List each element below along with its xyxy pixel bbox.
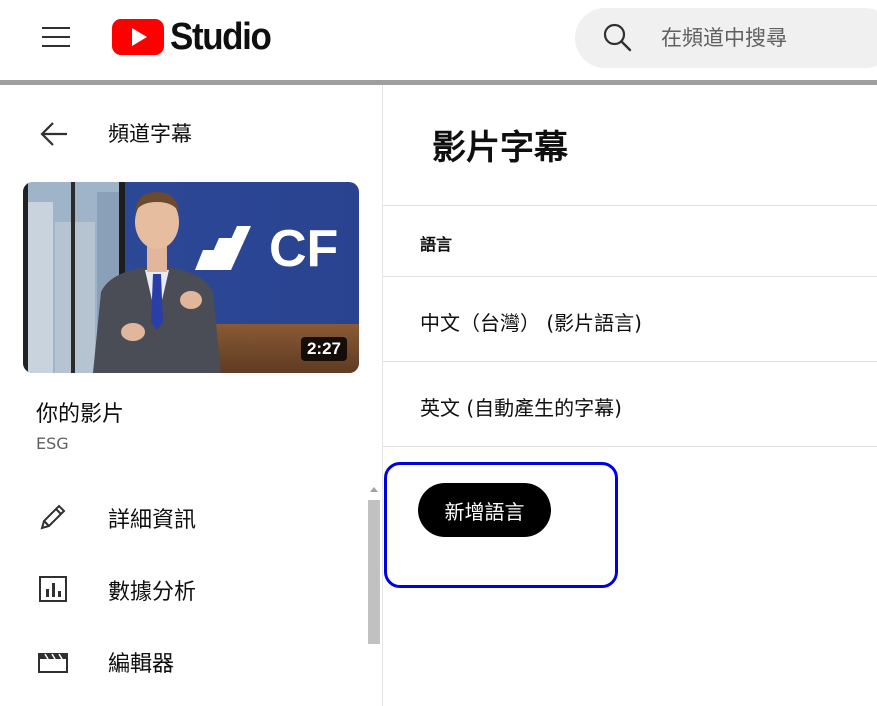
column-header-language: 語言	[420, 235, 453, 254]
language-row[interactable]: 英文 (自動產生的字幕)	[420, 392, 622, 421]
divider	[383, 205, 877, 206]
divider	[383, 361, 877, 362]
add-language-button[interactable]: 新增語言	[418, 483, 551, 537]
search-input[interactable]: 在頻道中搜尋	[661, 22, 787, 52]
thumbnail-brand-text: CF	[269, 220, 338, 278]
video-subtitle: ESG	[36, 434, 69, 453]
page-title: 影片字幕	[432, 128, 568, 168]
youtube-play-icon	[112, 19, 164, 55]
language-row[interactable]: 中文（台灣） (影片語言)	[420, 307, 642, 336]
search-icon[interactable]	[602, 22, 632, 52]
divider	[383, 446, 877, 447]
sidebar-item-details[interactable]: 詳細資訊	[0, 486, 360, 546]
analytics-icon	[39, 576, 67, 602]
clapperboard-icon	[38, 653, 68, 673]
top-bar: Studio 在頻道中搜尋	[0, 0, 877, 80]
back-label[interactable]: 頻道字幕	[108, 118, 192, 148]
sidebar-item-analytics[interactable]: 數據分析	[0, 558, 360, 618]
pencil-icon	[40, 504, 66, 530]
back-arrow-icon[interactable]	[40, 121, 68, 147]
scroll-up-arrow-icon[interactable]	[370, 487, 378, 492]
video-title: 你的影片	[36, 402, 125, 427]
logo-text: Studio	[170, 15, 272, 58]
sidebar-item-label: 詳細資訊	[108, 508, 197, 533]
sidebar-item-label: 數據分析	[108, 580, 197, 605]
menu-icon[interactable]	[42, 26, 70, 48]
divider	[383, 276, 877, 277]
scrollbar-thumb[interactable]	[368, 500, 380, 644]
sidebar-item-editor[interactable]: 編輯器	[0, 630, 360, 690]
video-duration-badge: 2:27	[300, 337, 347, 361]
youtube-studio-logo[interactable]: Studio	[112, 14, 279, 60]
sidebar-item-label: 編輯器	[108, 652, 175, 677]
video-thumbnail[interactable]: CF 2:27	[23, 182, 359, 373]
